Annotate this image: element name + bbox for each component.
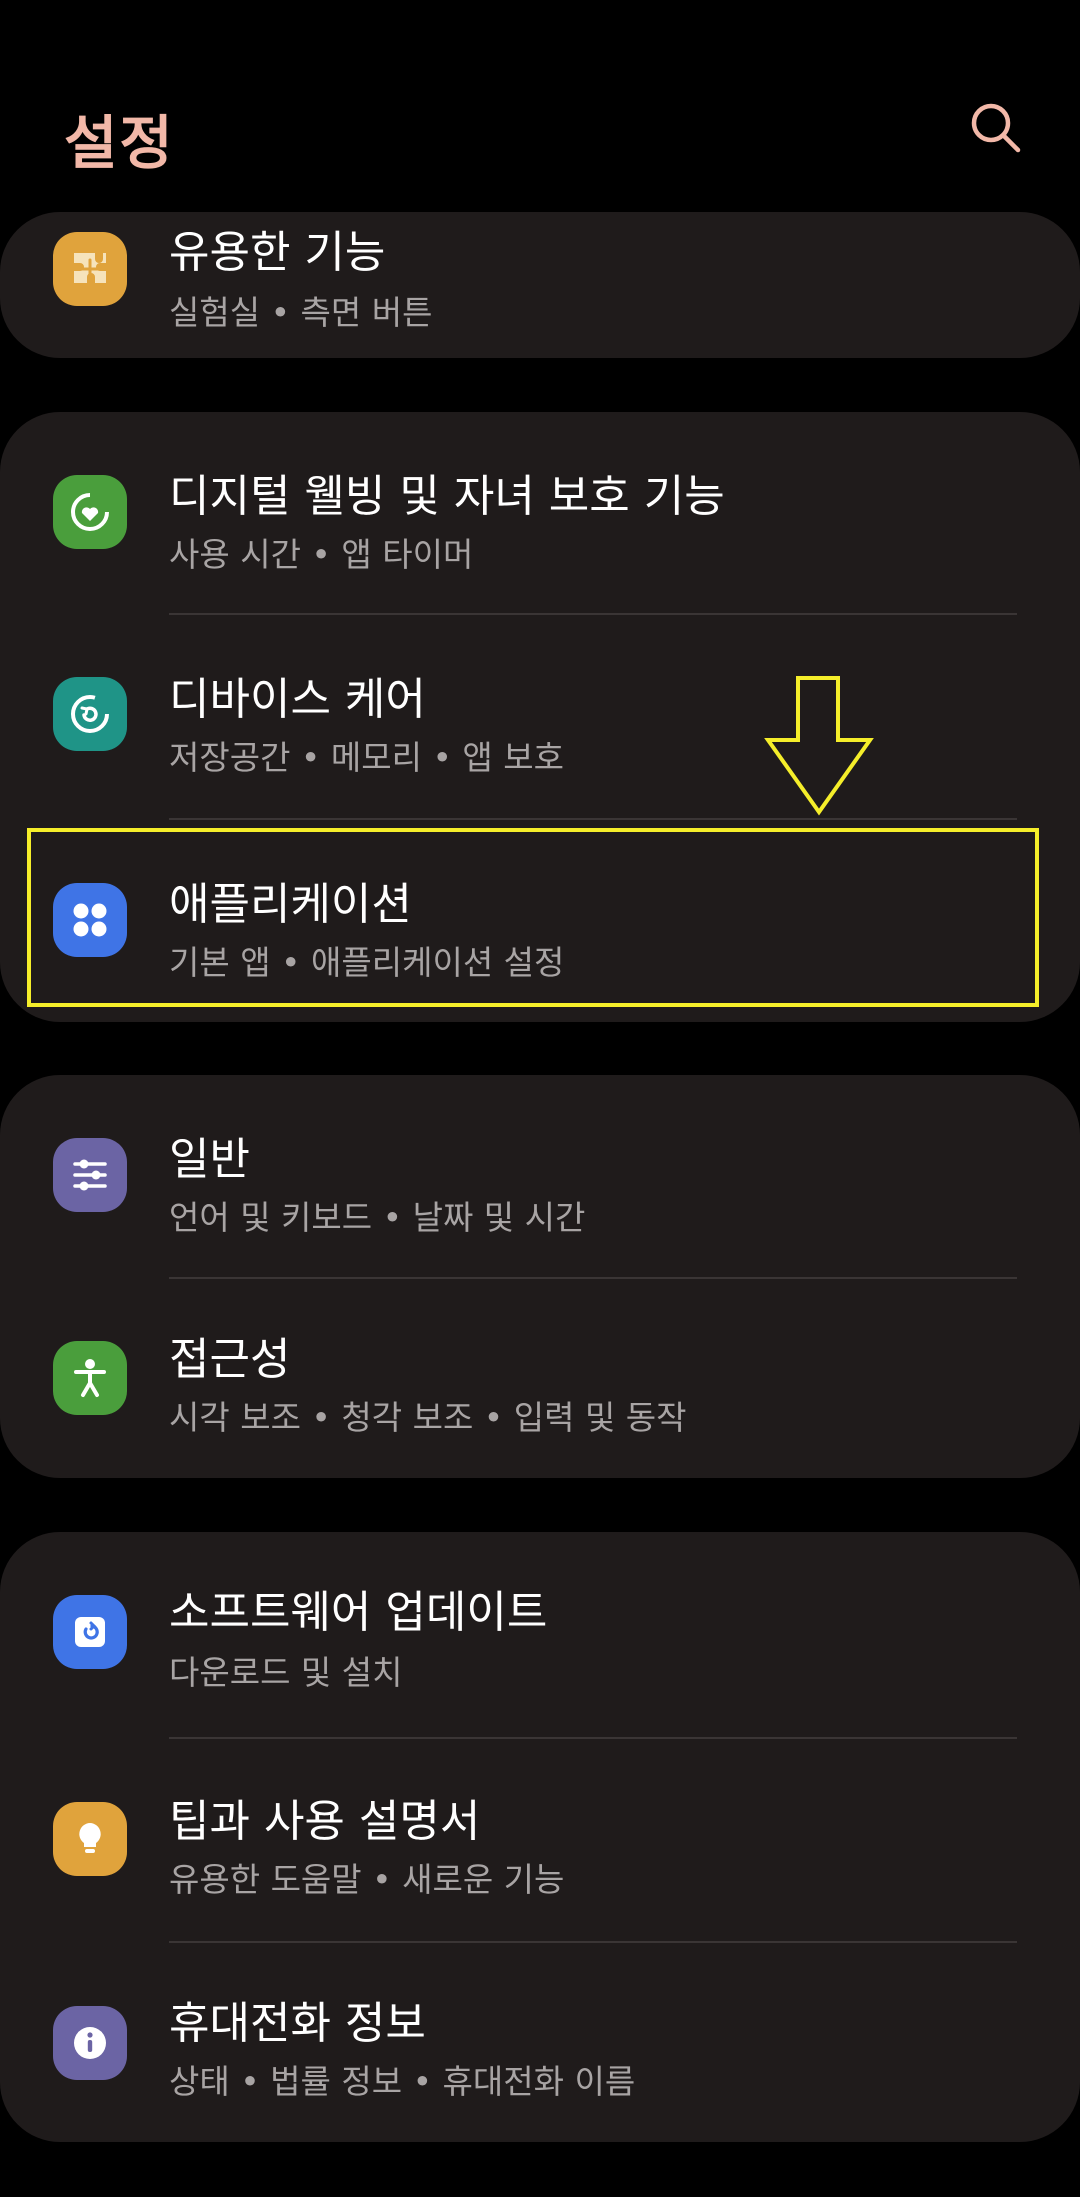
sliders-icon	[53, 1138, 127, 1212]
header: 설정	[0, 0, 1080, 210]
settings-page: 설정 유용한 기능 실험실 • 측면 버튼 디지털 웰빙 및 자녀 보호 기능 …	[0, 0, 1080, 2197]
settings-item-subtitle: 저장공간 • 메모리 • 앱 보호	[169, 738, 564, 777]
search-button[interactable]	[968, 100, 1024, 156]
settings-item-title: 접근성	[169, 1334, 291, 1385]
settings-item-software-update[interactable]: 소프트웨어 업데이트 다운로드 및 설치	[0, 1532, 1080, 1736]
settings-item-subtitle: 시각 보조 • 청각 보조 • 입력 및 동작	[169, 1398, 687, 1437]
settings-item-device-care[interactable]: 디바이스 케어 저장공간 • 메모리 • 앱 보호	[0, 615, 1080, 818]
refresh-icon	[53, 677, 127, 751]
bulb-icon	[53, 1802, 127, 1876]
accessibility-icon	[53, 1341, 127, 1415]
settings-item-accessibility[interactable]: 접근성 시각 보조 • 청각 보조 • 입력 및 동작	[0, 1279, 1080, 1478]
highlight-box	[27, 828, 1039, 1007]
settings-item-subtitle: 사용 시간 • 앱 타이머	[169, 535, 474, 574]
puzzle-icon	[53, 232, 127, 306]
settings-item-subtitle: 다운로드 및 설치	[169, 1653, 403, 1692]
settings-group-4: 소프트웨어 업데이트 다운로드 및 설치 팁과 사용 설명서 유용한 도움말 •…	[0, 1532, 1080, 2142]
settings-group-1: 유용한 기능 실험실 • 측면 버튼	[0, 212, 1080, 358]
settings-group-3: 일반 언어 및 키보드 • 날짜 및 시간 접근성 시각 보조 • 청각 보조 …	[0, 1075, 1080, 1478]
search-icon	[971, 103, 1021, 153]
settings-item-digital-wellbeing[interactable]: 디지털 웰빙 및 자녀 보호 기능 사용 시간 • 앱 타이머	[0, 412, 1080, 612]
settings-item-title: 디지털 웰빙 및 자녀 보호 기능	[169, 471, 725, 522]
settings-item-title: 소프트웨어 업데이트	[169, 1587, 548, 1638]
settings-item-general[interactable]: 일반 언어 및 키보드 • 날짜 및 시간	[0, 1075, 1080, 1276]
settings-item-useful-features[interactable]: 유용한 기능 실험실 • 측면 버튼	[0, 212, 1080, 358]
info-icon	[53, 2006, 127, 2080]
heart-ring-icon	[53, 475, 127, 549]
settings-item-title: 유용한 기능	[169, 227, 386, 278]
settings-item-tips-manual[interactable]: 팁과 사용 설명서 유용한 도움말 • 새로운 기능	[0, 1739, 1080, 1941]
arrow-down-icon	[764, 676, 874, 816]
settings-item-subtitle: 언어 및 키보드 • 날짜 및 시간	[169, 1198, 586, 1237]
update-icon	[53, 1595, 127, 1669]
settings-item-title: 디바이스 케어	[169, 674, 426, 725]
settings-item-subtitle: 유용한 도움말 • 새로운 기능	[169, 1860, 565, 1899]
settings-item-title: 팁과 사용 설명서	[169, 1796, 481, 1847]
settings-item-title: 일반	[169, 1134, 250, 1185]
page-title: 설정	[64, 109, 175, 177]
settings-item-phone-info[interactable]: 휴대전화 정보 상태 • 법률 정보 • 휴대전화 이름	[0, 1943, 1080, 2142]
settings-item-title: 휴대전화 정보	[169, 1998, 426, 2049]
settings-item-subtitle: 상태 • 법률 정보 • 휴대전화 이름	[169, 2062, 636, 2101]
settings-item-subtitle: 실험실 • 측면 버튼	[169, 293, 433, 332]
